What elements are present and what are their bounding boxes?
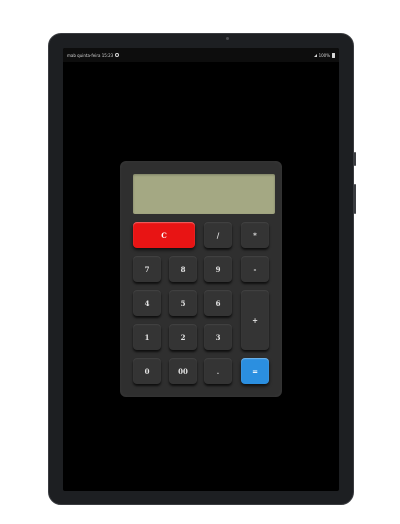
- subtract-button[interactable]: -: [241, 256, 269, 282]
- status-bar: mab quinta-feira 15:23 100%: [63, 48, 339, 62]
- calculator: C / * 7 8 9 - 4 5 6 + 1 2 3 0 00 . =: [120, 161, 282, 397]
- multiply-button[interactable]: *: [241, 222, 269, 248]
- clear-button[interactable]: C: [133, 222, 195, 248]
- volume-button: [354, 152, 356, 166]
- info-icon: [115, 53, 120, 57]
- decimal-button[interactable]: .: [204, 358, 232, 384]
- signal-icon: [313, 53, 317, 57]
- seven-button[interactable]: 7: [133, 256, 161, 282]
- two-button[interactable]: 2: [169, 324, 197, 350]
- calculator-display: [133, 174, 275, 214]
- battery-icon: [332, 52, 335, 58]
- equals-button[interactable]: =: [241, 358, 269, 384]
- screen: mab quinta-feira 15:23 100% C / * 7 8 9 …: [63, 48, 339, 491]
- double-zero-button[interactable]: 00: [169, 358, 197, 384]
- add-button[interactable]: +: [241, 290, 269, 350]
- front-camera: [226, 37, 229, 40]
- one-button[interactable]: 1: [133, 324, 161, 350]
- six-button[interactable]: 6: [204, 290, 232, 316]
- five-button[interactable]: 5: [169, 290, 197, 316]
- divide-button[interactable]: /: [204, 222, 232, 248]
- power-button: [354, 184, 356, 214]
- status-time-text: mab quinta-feira 15:23: [67, 52, 114, 58]
- zero-button[interactable]: 0: [133, 358, 161, 384]
- tablet-frame: mab quinta-feira 15:23 100% C / * 7 8 9 …: [48, 33, 356, 505]
- nine-button[interactable]: 9: [204, 256, 232, 282]
- four-button[interactable]: 4: [133, 290, 161, 316]
- eight-button[interactable]: 8: [169, 256, 197, 282]
- battery-percent: 100%: [318, 52, 330, 58]
- three-button[interactable]: 3: [204, 324, 232, 350]
